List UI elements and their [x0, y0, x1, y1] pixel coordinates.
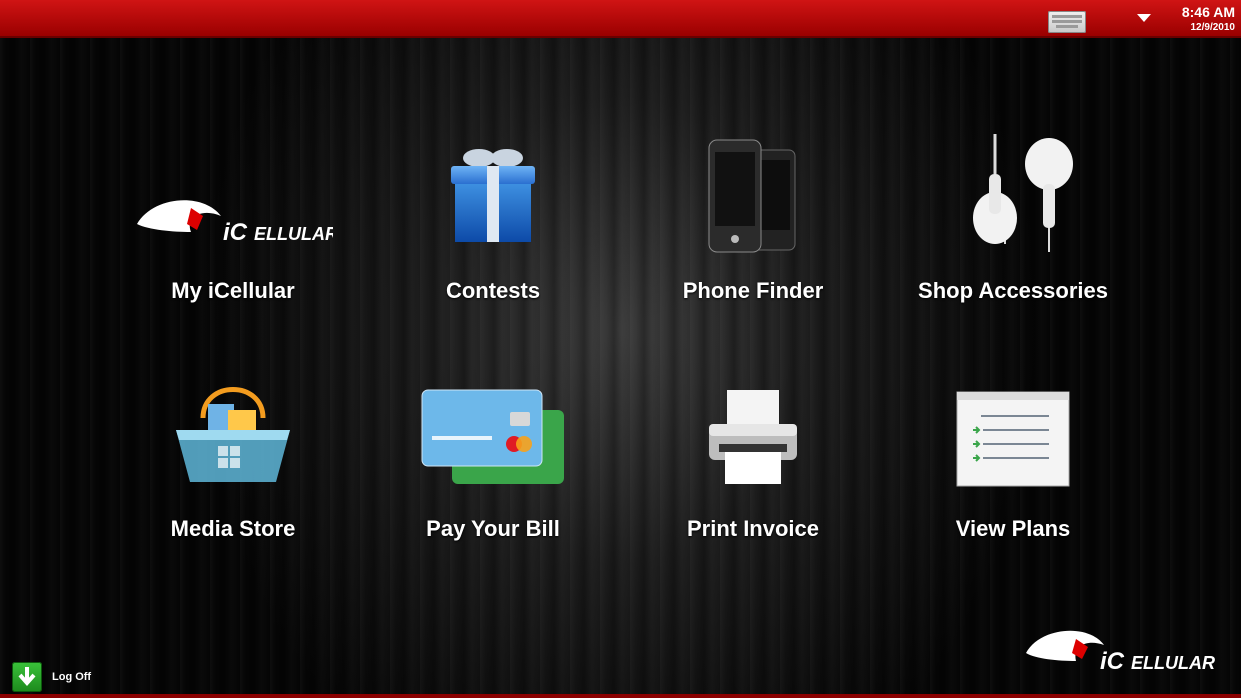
tile-view-plans[interactable]: View Plans	[893, 380, 1133, 590]
tile-label: Phone Finder	[682, 278, 824, 303]
tile-media-store[interactable]: Media Store	[113, 380, 353, 590]
shopping-basket-icon	[176, 387, 290, 482]
clock-date: 12/9/2010	[1190, 22, 1236, 33]
tile-my-icellular[interactable]: iC ELLULAR My iCellular	[113, 120, 353, 330]
download-arrow-icon	[12, 662, 42, 692]
tile-label: Pay Your Bill	[426, 516, 560, 541]
tile-label: Print Invoice	[686, 516, 820, 541]
bottom-accent-bar	[0, 694, 1241, 698]
icellular-logo: iC ELLULAR	[1026, 630, 1215, 675]
tile-label: Contests	[445, 278, 541, 303]
gift-icon	[451, 149, 535, 242]
keyboard-icon[interactable]	[1048, 11, 1086, 33]
desktop-background: 8:46 AM 12/9/2010 iC ELLULAR My iCellula…	[0, 0, 1241, 698]
printer-icon	[709, 390, 797, 484]
tile-contests[interactable]: Contests	[373, 120, 613, 330]
svg-text:ELLULAR: ELLULAR	[254, 224, 333, 244]
clock-time: 8:46 AM	[1181, 4, 1235, 20]
tile-print-invoice[interactable]: Print Invoice	[633, 380, 873, 590]
log-off-label: Log Off	[52, 671, 92, 683]
icellular-logo-icon: iC ELLULAR	[137, 200, 333, 246]
earbuds-icon	[973, 134, 1073, 252]
tile-label: Media Store	[170, 516, 296, 541]
tile-shop-accessories[interactable]: Shop Accessories	[893, 120, 1133, 330]
dropdown-caret-icon[interactable]	[1137, 14, 1151, 22]
svg-text:ELLULAR: ELLULAR	[1131, 653, 1215, 673]
phones-icon	[708, 139, 796, 253]
tile-label: Shop Accessories	[918, 278, 1108, 303]
credit-cards-icon	[421, 389, 564, 484]
document-list-icon	[956, 391, 1070, 487]
svg-text:iC: iC	[1100, 648, 1125, 675]
log-off-button[interactable]: Log Off	[12, 662, 91, 692]
tile-pay-your-bill[interactable]: Pay Your Bill	[373, 380, 613, 590]
top-status-bar: 8:46 AM 12/9/2010	[0, 0, 1241, 38]
tile-label: View Plans	[955, 516, 1071, 541]
svg-text:iC: iC	[223, 219, 248, 246]
tile-label: My iCellular	[171, 278, 295, 303]
tile-phone-finder[interactable]: Phone Finder	[633, 120, 873, 330]
